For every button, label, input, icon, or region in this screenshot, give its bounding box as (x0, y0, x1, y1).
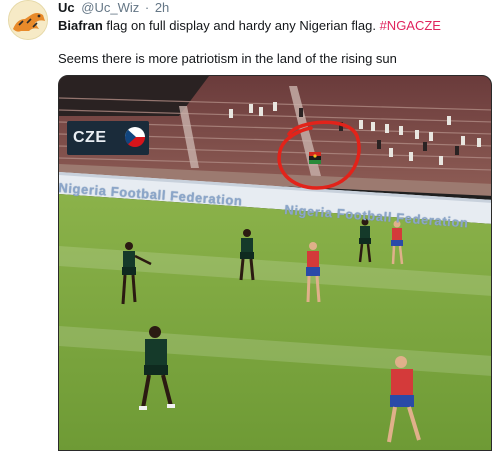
author-handle[interactable]: @Uc_Wiz (81, 0, 139, 15)
avatar-icon (9, 1, 47, 39)
tweet: Uc @Uc_Wiz · 2h Biafran flag on full dis… (0, 0, 500, 451)
hashtag-link[interactable]: #NGACZE (380, 18, 441, 33)
biafran-flag-icon (309, 152, 321, 164)
avatar[interactable] (8, 0, 48, 40)
author-name[interactable]: Uc (58, 0, 75, 15)
bold-word: Biafran (58, 18, 103, 33)
tweet-photo[interactable]: CZE Nigeria Football Federation Nigeria … (58, 75, 492, 451)
tweet-text-line-2: Seems there is more patriotism in the la… (58, 51, 397, 66)
timestamp[interactable]: 2h (155, 0, 169, 15)
czech-flag-icon (125, 127, 145, 147)
team-code: CZE (73, 129, 107, 146)
tweet-header: Uc @Uc_Wiz · 2h (58, 0, 169, 16)
score-badge: CZE (67, 121, 149, 155)
tweet-text-rest: flag on full display and hardy any Niger… (102, 18, 380, 33)
tweet-text-line-1: Biafran flag on full display and hardy a… (58, 17, 441, 34)
separator: · (144, 0, 150, 15)
